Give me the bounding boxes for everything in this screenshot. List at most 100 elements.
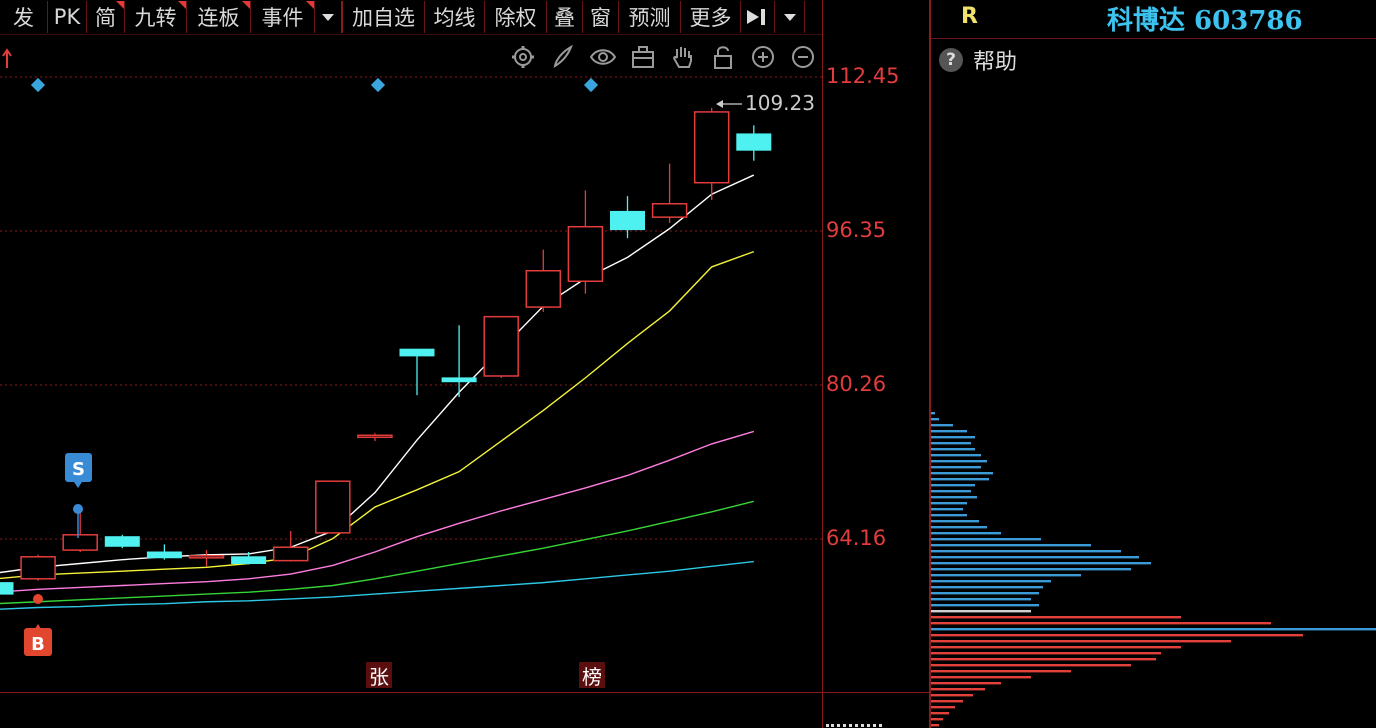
volume-profile-bar <box>931 544 1091 547</box>
candle[interactable] <box>693 107 730 200</box>
volume-profile-bar <box>931 520 979 523</box>
candle[interactable] <box>483 315 519 378</box>
zoom-out-icon[interactable] <box>786 42 820 72</box>
volume-profile-bar <box>931 484 975 487</box>
volume-profile-bar <box>931 724 939 727</box>
candle[interactable] <box>188 550 225 567</box>
volume-profile-bar <box>931 634 1303 637</box>
lock-icon[interactable] <box>706 42 740 72</box>
candle[interactable] <box>272 530 309 562</box>
eye-icon[interactable] <box>586 42 620 72</box>
candle-body <box>104 536 140 547</box>
volume-profile <box>931 412 1376 727</box>
volume-profile-bar <box>931 532 1001 535</box>
candle[interactable] <box>146 544 182 560</box>
price-tick-label: 80.26 <box>826 372 887 396</box>
ma-line <box>0 500 754 605</box>
toolbar-item-lianban[interactable]: 连板 <box>187 1 251 33</box>
volume-profile-bar <box>931 562 1151 565</box>
event-diamond-icon[interactable] <box>370 77 386 93</box>
candle[interactable] <box>651 163 688 223</box>
right-panel: R 科博达 603786 ? 帮助 <box>929 0 1376 728</box>
flag-marker <box>178 1 186 9</box>
candle-body <box>272 546 309 562</box>
volume-profile-bar <box>931 622 1271 625</box>
price-tick-clipped <box>826 720 882 728</box>
volume-profile-bar <box>931 712 949 715</box>
volume-profile-bar <box>931 586 1043 589</box>
ma-line <box>0 250 755 580</box>
candle[interactable] <box>62 511 98 553</box>
candle[interactable] <box>0 579 14 596</box>
ma-line <box>0 174 755 574</box>
candle-body <box>231 556 267 564</box>
brush-icon[interactable] <box>546 42 580 72</box>
billboard-tag[interactable]: 榜 <box>579 662 605 689</box>
max-price-annotation: 109.23 <box>716 91 815 115</box>
toolbar-item-label: 连板 <box>197 6 240 30</box>
candle[interactable] <box>399 348 435 396</box>
toolbar-overflow-dropdown[interactable] <box>775 1 805 33</box>
volume-profile-bar <box>931 496 977 499</box>
chevron-down-icon <box>783 13 796 21</box>
settings-icon[interactable] <box>506 42 540 72</box>
volume-profile-bar <box>931 442 971 445</box>
chart-tool-icons <box>506 42 820 72</box>
toolbar-item-exright[interactable]: 除权 <box>485 1 547 33</box>
toolbar-item-events[interactable]: 事件 <box>251 1 315 33</box>
toolbar-item-simple[interactable]: 简 <box>87 1 125 33</box>
event-diamond-icon[interactable] <box>30 77 46 93</box>
candle[interactable] <box>736 125 772 161</box>
toolbar-item-forecast[interactable]: 预测 <box>619 1 681 33</box>
volume-profile-bar <box>931 508 963 511</box>
toolbar-item-label: 事件 <box>261 6 304 30</box>
chevron-down-icon <box>322 13 334 21</box>
volume-profile-bar <box>931 700 963 703</box>
candle[interactable] <box>525 249 562 312</box>
toolbox-icon[interactable] <box>626 42 660 72</box>
volume-profile-bar <box>931 550 1121 553</box>
toolbar-item-overlay[interactable]: 叠 <box>547 1 583 33</box>
candle-body <box>146 551 182 559</box>
zoom-in-icon[interactable] <box>746 42 780 72</box>
flag-marker <box>242 1 250 9</box>
candle[interactable] <box>441 325 477 398</box>
candle[interactable] <box>104 534 140 549</box>
price-tick-label: 96.35 <box>826 218 887 242</box>
candle-body <box>315 480 351 534</box>
toolbar-item-fa[interactable]: 发 <box>0 1 48 33</box>
candle[interactable] <box>567 190 604 294</box>
toolbar-more-dropdown[interactable] <box>315 1 343 33</box>
toolbar-item-label: 预测 <box>628 6 671 30</box>
candle[interactable] <box>610 196 645 239</box>
volume-profile-bar <box>931 472 993 475</box>
candle-body <box>357 434 393 439</box>
candle-body <box>736 133 772 151</box>
volume-profile-bar <box>931 568 1131 571</box>
buy-signal-marker[interactable]: B <box>24 594 52 656</box>
volume-profile-bar <box>931 574 1081 577</box>
candle[interactable] <box>20 554 56 581</box>
toolbar-item-ma[interactable]: 均线 <box>425 1 485 33</box>
toolbar-item-jiuzhuan[interactable]: 九转 <box>125 1 187 33</box>
candle[interactable] <box>315 480 351 534</box>
toolbar-expand-button[interactable] <box>741 1 775 33</box>
event-diamond-icon[interactable] <box>583 77 599 93</box>
toolbar-item-window[interactable]: 窗 <box>583 1 619 33</box>
toolbar-item-pk[interactable]: PK <box>48 1 87 33</box>
toolbar-item-add-watchlist[interactable]: 加自选 <box>343 1 425 33</box>
candle[interactable] <box>357 433 393 442</box>
volume-profile-bar <box>931 652 1161 655</box>
candle-body <box>610 210 645 231</box>
volume-profile-bar <box>931 694 973 697</box>
toolbar-item-more[interactable]: 更多 <box>681 1 741 33</box>
volume-profile-bar <box>931 670 1071 673</box>
candle-body <box>399 348 435 357</box>
hand-icon[interactable] <box>666 42 700 72</box>
candlestick-chart[interactable]: S B 109.23 <box>0 34 822 692</box>
candle-body <box>188 555 225 559</box>
sell-signal-marker[interactable]: S <box>65 453 92 538</box>
limit-up-tag[interactable]: 张 <box>366 662 392 689</box>
buy-signal-label: B <box>31 634 45 655</box>
candle-body <box>0 582 14 595</box>
